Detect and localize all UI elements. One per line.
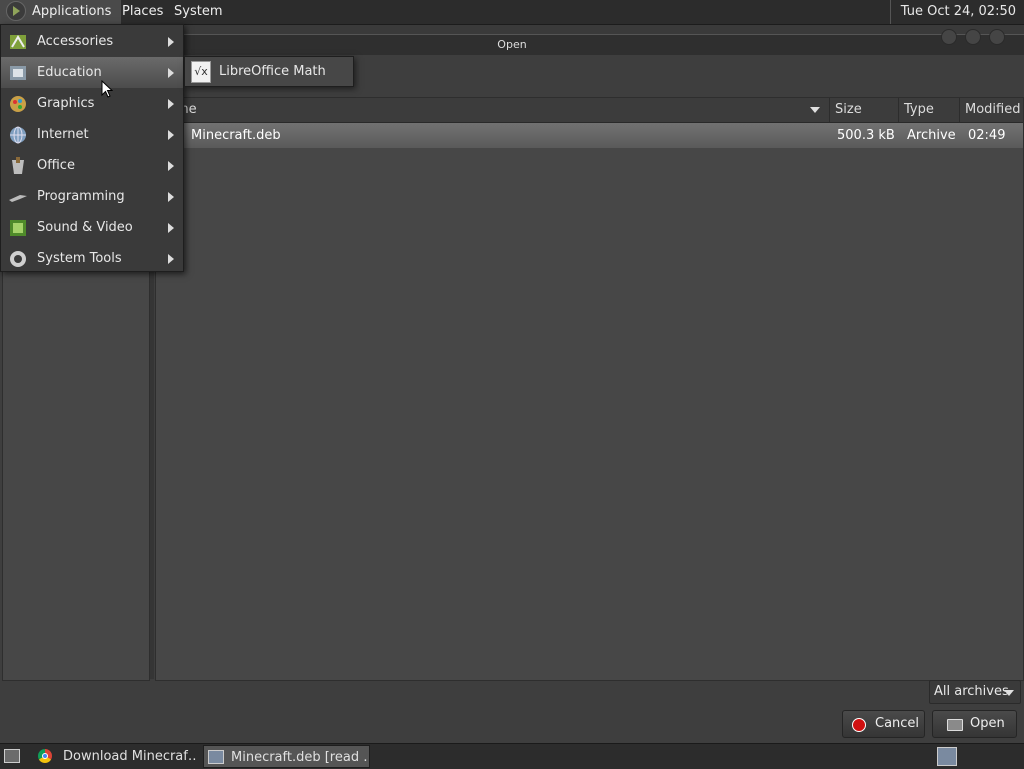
cancel-button[interactable]: Cancel [842,710,925,738]
education-submenu: √x LibreOffice Math [184,56,354,87]
column-size[interactable]: Size [830,98,899,122]
applications-menu-label: Applications [32,4,112,19]
close-window-button[interactable] [989,29,1005,45]
taskbar-item-label: Download Minecraf… [63,749,198,764]
table-row[interactable]: Minecraft.deb 500.3 kB Archive 02:49 [156,123,1023,148]
column-name[interactable]: me [156,98,830,122]
submenu-arrow-icon [168,254,174,264]
clock[interactable]: Tue Oct 24, 02:50 [889,0,1024,24]
menu-item-accessories[interactable]: Accessories [1,26,183,57]
sort-descending-icon [810,107,820,113]
column-header: me Size Type Modified [156,98,1023,123]
submenu-arrow-icon [168,68,174,78]
file-name-cell: Minecraft.deb [191,128,281,143]
applications-menu[interactable]: Applications [0,0,121,24]
menu-item-label: System Tools [37,251,122,266]
file-modified-cell: 02:49 [968,128,1006,143]
menu-item-sound-video[interactable]: Sound & Video [1,212,183,243]
graphics-icon [10,96,26,112]
sound-video-icon [10,220,26,236]
chevron-down-icon [1004,690,1014,696]
libreoffice-math-icon: √x [191,61,211,83]
education-icon [10,66,26,80]
file-size-cell: 500.3 kB [837,128,895,143]
cancel-icon [852,718,866,732]
menu-item-education[interactable]: Education [1,57,183,88]
taskbar-item-browser[interactable]: Download Minecraf… [32,745,198,768]
file-list[interactable]: me Size Type Modified Minecraft.deb 500.… [155,97,1024,681]
submenu-arrow-icon [168,99,174,109]
cancel-button-label: Cancel [875,716,920,731]
workspace-switcher-icon[interactable] [937,747,957,766]
menu-item-label: Programming [37,189,125,204]
menu-item-label: Internet [37,127,89,142]
menu-item-label: Office [37,158,75,173]
menu-item-label: LibreOffice Math [219,64,326,79]
taskbar-item-label: Minecraft.deb [read … [231,750,370,765]
taskbar-item-archive-manager[interactable]: Minecraft.deb [read … [203,745,370,768]
menu-item-label: Graphics [37,96,95,111]
accessories-icon [10,35,26,49]
menu-item-office[interactable]: Office [1,150,183,181]
submenu-arrow-icon [168,223,174,233]
internet-icon [10,126,26,144]
menu-item-graphics[interactable]: Graphics [1,88,183,119]
file-filter-combo[interactable]: All archives [929,680,1021,704]
system-menu[interactable]: System [168,0,228,24]
menu-item-label: Sound & Video [37,220,133,235]
file-type-cell: Archive [907,128,956,143]
office-icon [12,157,24,174]
open-button[interactable]: Open [932,710,1017,738]
menu-item-system-tools[interactable]: System Tools [1,243,183,274]
folder-open-icon [947,719,963,731]
archive-manager-icon [208,750,224,764]
submenu-arrow-icon [168,192,174,202]
menu-item-libreoffice-math[interactable]: √x LibreOffice Math [185,57,353,86]
places-menu[interactable]: Places [116,0,169,24]
distro-logo-icon [6,0,26,21]
menu-item-internet[interactable]: Internet [1,119,183,150]
taskbar: Download Minecraf… Minecraft.deb [read … [0,743,1024,769]
menu-item-programming[interactable]: Programming [1,181,183,212]
open-button-label: Open [970,716,1005,731]
column-type[interactable]: Type [899,98,960,122]
submenu-arrow-icon [168,161,174,171]
maximize-window-button[interactable] [965,29,981,45]
submenu-arrow-icon [168,130,174,140]
applications-dropdown: Accessories Education Graphics Internet … [0,24,184,272]
submenu-arrow-icon [168,37,174,47]
show-desktop-icon[interactable] [4,749,20,763]
programming-icon [9,195,27,202]
minimize-window-button[interactable] [941,29,957,45]
mouse-cursor-icon [101,80,113,98]
file-filter-label: All archives [934,684,1009,699]
menu-item-label: Education [37,65,102,80]
top-panel: Applications Places System Tue Oct 24, 0… [0,0,1024,25]
chrome-icon [38,749,52,763]
system-tools-icon [10,251,26,267]
column-modified[interactable]: Modified [960,98,1023,122]
menu-item-label: Accessories [37,34,114,49]
